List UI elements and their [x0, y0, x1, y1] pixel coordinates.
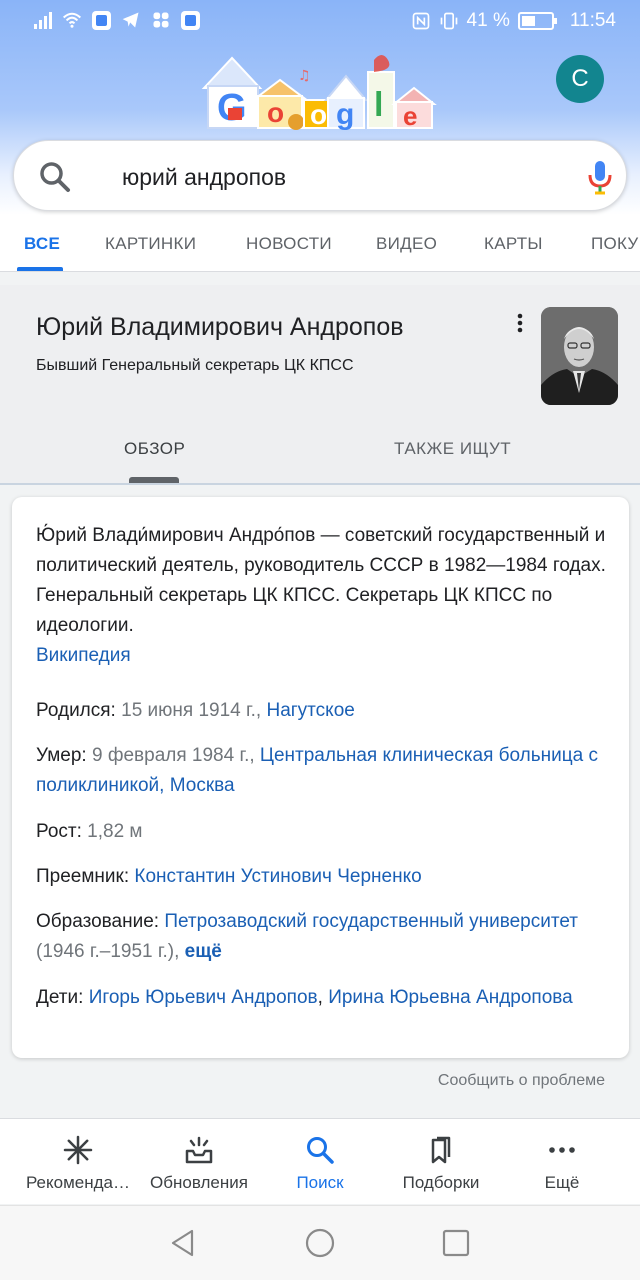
account-avatar[interactable]: C	[556, 55, 604, 103]
tab-maps[interactable]: КАРТЫ	[484, 234, 543, 254]
svg-text:o: o	[267, 97, 284, 128]
more-horizontal-icon	[549, 1147, 575, 1153]
nfc-icon	[412, 12, 429, 30]
fact-successor: Преемник: Константин Устинович Черненко	[36, 862, 606, 892]
fact-label: Родился:	[36, 700, 116, 721]
nav-collections[interactable]: Подборки	[377, 1119, 505, 1205]
fact-label: Дети:	[36, 987, 84, 1008]
knowledge-panel-header: Юрий Владимирович Андропов Бывший Генера…	[0, 285, 640, 483]
search-box[interactable]: юрий андропов	[13, 140, 627, 211]
nav-label: Обновления	[150, 1173, 248, 1192]
child-link[interactable]: Игорь Юрьевич Андропов	[89, 987, 318, 1008]
top-header: 41 % 11:54 G o ♫ o g l e C юрий андропов	[0, 0, 640, 272]
child-link[interactable]: Ирина Юрьевна Андропова	[328, 987, 573, 1008]
wifi-icon	[62, 12, 82, 28]
svg-text:e: e	[403, 101, 417, 131]
signal-icon	[34, 11, 52, 29]
tab-images[interactable]: КАРТИНКИ	[105, 234, 196, 254]
fact-education: Образование: Петрозаводский государствен…	[36, 907, 606, 967]
google-doodle-logo[interactable]: G o ♫ o g l e	[198, 50, 442, 136]
battery-icon	[517, 12, 557, 30]
status-bar: 41 % 11:54	[0, 0, 640, 44]
fact-children: Дети: Игорь Юрьевич Андропов, Ирина Юрье…	[36, 983, 606, 1013]
entity-photo[interactable]	[541, 307, 618, 405]
search-tabs: ВСЕ КАРТИНКИ НОВОСТИ ВИДЕО КАРТЫ ПОКУ	[0, 222, 640, 272]
tab-also-searched[interactable]: ТАКЖЕ ИЩУТ	[394, 439, 511, 459]
tab-all[interactable]: ВСЕ	[24, 234, 60, 254]
tab-overview[interactable]: ОБЗОР	[124, 439, 185, 459]
messenger-app-icon	[181, 10, 200, 30]
died-date: 9 февраля 1984 г.,	[91, 745, 255, 766]
entity-subtitle: Бывший Генеральный секретарь ЦК КПСС	[36, 357, 354, 374]
successor-link[interactable]: Константин Устинович Черненко	[134, 866, 421, 887]
collections-icon	[431, 1136, 451, 1164]
svg-text:♫: ♫	[298, 68, 311, 84]
svg-text:o: o	[310, 99, 327, 130]
nav-label: Ещё	[544, 1173, 580, 1192]
fact-born: Родился: 15 июня 1914 г., Нагутское	[36, 696, 606, 726]
bottom-navigation: Рекоменда… Обновления Поиск Подборки Ещё	[0, 1118, 640, 1204]
nav-search[interactable]: Поиск	[256, 1119, 384, 1205]
voice-search-mic-icon[interactable]	[585, 159, 615, 195]
height-value: 1,82 м	[87, 821, 143, 842]
telegram-icon	[122, 12, 139, 28]
more-link[interactable]: ещё	[185, 941, 222, 962]
nav-discover[interactable]: Рекоменда…	[14, 1119, 142, 1205]
search-icon[interactable]	[38, 160, 72, 194]
report-problem-link[interactable]: Сообщить о проблеме	[438, 1072, 605, 1090]
education-years: (1946 г.–1951 г.),	[36, 941, 180, 962]
wikipedia-link[interactable]: Википедия	[36, 645, 131, 666]
clock: 11:54	[569, 10, 616, 31]
search-icon	[307, 1137, 334, 1164]
nav-updates[interactable]: Обновления	[135, 1119, 263, 1205]
separator: ,	[317, 987, 329, 1008]
search-query-input[interactable]: юрий андропов	[122, 164, 286, 191]
fact-label: Образование:	[36, 911, 160, 932]
tab-shopping[interactable]: ПОКУ	[591, 234, 639, 254]
education-link[interactable]: Петрозаводский государственный университ…	[164, 911, 578, 932]
tab-video[interactable]: ВИДЕО	[376, 234, 437, 254]
battery-percent: 41 %	[466, 10, 510, 31]
svg-text:l: l	[374, 86, 383, 124]
svg-text:g: g	[336, 98, 354, 131]
tab-news[interactable]: НОВОСТИ	[246, 234, 332, 254]
vibrate-icon	[440, 12, 457, 30]
tabs-divider	[0, 271, 640, 272]
entity-title: Юрий Владимирович Андропов	[36, 313, 404, 341]
description-text: Ю́рий Влади́мирович Андро́пов — советски…	[36, 525, 606, 636]
home-icon[interactable]	[305, 1228, 335, 1258]
nav-label: Подборки	[402, 1173, 480, 1192]
slack-icon	[153, 12, 169, 28]
nav-label: Рекоменда…	[25, 1173, 131, 1192]
fact-height: Рост: 1,82 м	[36, 817, 606, 847]
knowledge-panel-card: Ю́рий Влади́мирович Андро́пов — советски…	[12, 497, 629, 1058]
more-vertical-icon[interactable]	[512, 313, 528, 333]
fact-died: Умер: 9 февраля 1984 г., Центральная кли…	[36, 741, 606, 801]
entity-description: Ю́рий Влади́мирович Андро́пов — советски…	[36, 521, 606, 671]
shield-app-icon	[92, 10, 111, 30]
nav-more[interactable]: Ещё	[498, 1119, 626, 1205]
fact-label: Преемник:	[36, 866, 130, 887]
inbox-updates-icon	[185, 1136, 213, 1164]
recents-icon[interactable]	[441, 1228, 471, 1258]
panel-divider	[0, 483, 640, 485]
asterisk-icon	[63, 1135, 93, 1165]
born-date: 15 июня 1914 г.,	[121, 700, 262, 721]
fact-label: Рост:	[36, 821, 82, 842]
back-icon[interactable]	[168, 1228, 198, 1258]
system-navigation-bar	[0, 1205, 640, 1280]
fact-label: Умер:	[36, 745, 87, 766]
nav-label: Поиск	[296, 1173, 344, 1192]
born-place-link[interactable]: Нагутское	[266, 700, 354, 721]
